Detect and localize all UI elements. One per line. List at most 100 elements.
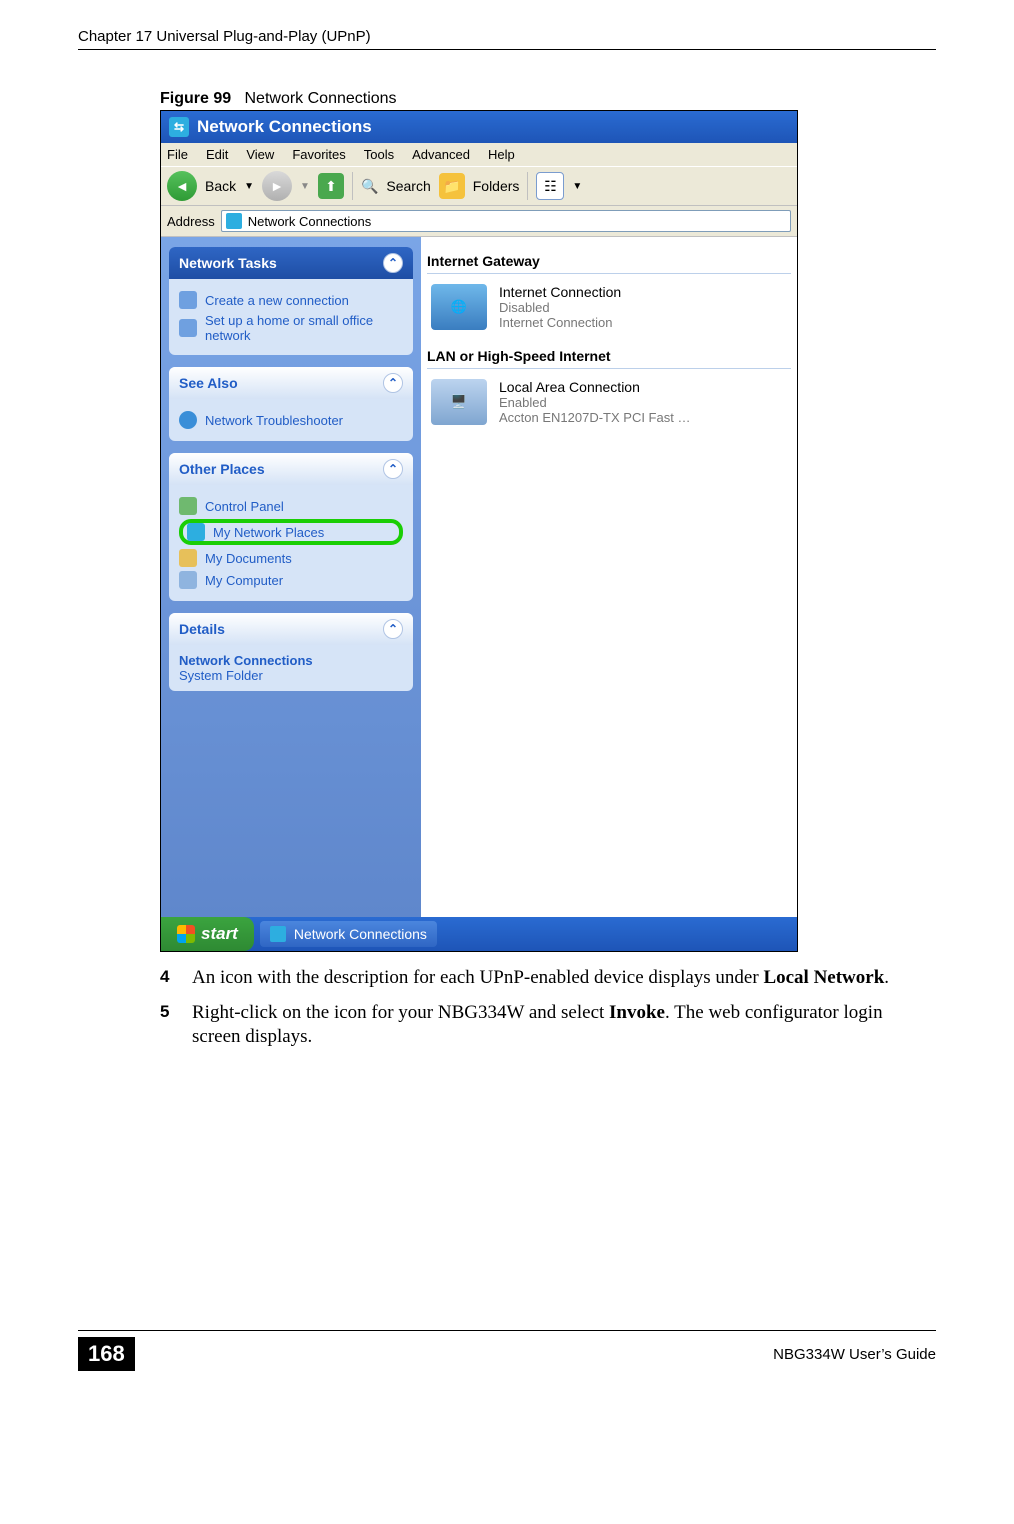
collapse-icon[interactable]: ⌃ bbox=[383, 373, 403, 393]
collapse-icon[interactable]: ⌃ bbox=[383, 619, 403, 639]
figure-number: Figure 99 bbox=[160, 90, 231, 107]
up-button[interactable]: ⬆ bbox=[318, 173, 344, 199]
views-button[interactable]: ☷ bbox=[536, 172, 564, 200]
views-dropdown-icon[interactable]: ▼ bbox=[572, 181, 582, 192]
figure-caption: Figure 99 Network Connections bbox=[160, 90, 936, 108]
control-panel-icon bbox=[179, 497, 197, 515]
network-icon: ⇆ bbox=[169, 117, 189, 137]
network-places-icon bbox=[187, 523, 205, 541]
menu-view[interactable]: View bbox=[246, 147, 274, 162]
seealso-label: Network Troubleshooter bbox=[205, 413, 343, 428]
documents-icon bbox=[179, 549, 197, 567]
step-text-part: Right-click on the icon for your NBG334W… bbox=[192, 1002, 609, 1023]
task-label: Create a new connection bbox=[205, 293, 349, 308]
panel-title: Other Places bbox=[179, 461, 265, 477]
address-input[interactable]: Network Connections bbox=[221, 210, 791, 232]
item-internet-connection[interactable]: 🌐 Internet Connection Disabled Internet … bbox=[427, 274, 791, 340]
panel-header-other-places[interactable]: Other Places ⌃ bbox=[169, 453, 413, 485]
step-text-part: An icon with the description for each UP… bbox=[192, 967, 763, 988]
folders-button[interactable]: 📁 bbox=[439, 173, 465, 199]
place-label: My Computer bbox=[205, 573, 283, 588]
chapter-header: Chapter 17 Universal Plug-and-Play (UPnP… bbox=[78, 28, 936, 50]
conn-via: Internet Connection bbox=[499, 315, 621, 330]
figure-title: Network Connections bbox=[244, 90, 396, 107]
page-number: 168 bbox=[78, 1337, 135, 1371]
group-lan: LAN or High-Speed Internet bbox=[427, 344, 791, 369]
step-bold: Local Network bbox=[763, 967, 884, 988]
window-titlebar[interactable]: ⇆ Network Connections bbox=[161, 111, 797, 143]
screenshot: ⇆ Network Connections File Edit View Fav… bbox=[160, 110, 798, 952]
menu-help[interactable]: Help bbox=[488, 147, 515, 162]
task-label: Set up a home or small office network bbox=[205, 313, 403, 343]
address-value: Network Connections bbox=[248, 214, 372, 229]
panel-title: Network Tasks bbox=[179, 255, 277, 271]
taskbar-item-network-connections[interactable]: Network Connections bbox=[260, 921, 437, 947]
search-icon[interactable]: 🔍 bbox=[361, 178, 378, 195]
panel-header-details[interactable]: Details ⌃ bbox=[169, 613, 413, 645]
step-4: 4 An icon with the description for each … bbox=[160, 966, 930, 991]
other-my-computer[interactable]: My Computer bbox=[179, 571, 403, 589]
task-create-connection[interactable]: Create a new connection bbox=[179, 291, 403, 309]
panel-other-places: Other Places ⌃ Control Panel My Network … bbox=[169, 453, 413, 601]
step-5: 5 Right-click on the icon for your NBG33… bbox=[160, 1001, 930, 1050]
step-number: 4 bbox=[160, 966, 176, 991]
step-text: An icon with the description for each UP… bbox=[192, 966, 889, 991]
wizard-icon bbox=[179, 291, 197, 309]
step-text-part: . bbox=[884, 967, 889, 988]
back-dropdown-icon[interactable]: ▼ bbox=[244, 181, 254, 192]
details-name: Network Connections bbox=[179, 653, 403, 668]
menu-tools[interactable]: Tools bbox=[364, 147, 394, 162]
panel-network-tasks: Network Tasks ⌃ Create a new connection … bbox=[169, 247, 413, 355]
page-footer: 168 NBG334W User’s Guide bbox=[78, 1330, 936, 1371]
computer-icon bbox=[179, 571, 197, 589]
panel-header-see-also[interactable]: See Also ⌃ bbox=[169, 367, 413, 399]
panel-details: Details ⌃ Network Connections System Fol… bbox=[169, 613, 413, 691]
item-lan-connection[interactable]: 🖥️ Local Area Connection Enabled Accton … bbox=[427, 369, 791, 435]
menu-favorites[interactable]: Favorites bbox=[292, 147, 345, 162]
other-control-panel[interactable]: Control Panel bbox=[179, 497, 403, 515]
toolbar: ◄ Back ▼ ► ▼ ⬆ 🔍 Search 📁 Folders ☷ ▼ bbox=[161, 166, 797, 206]
menu-advanced[interactable]: Advanced bbox=[412, 147, 470, 162]
network-icon bbox=[226, 213, 242, 229]
start-button[interactable]: start bbox=[161, 917, 254, 951]
other-my-documents[interactable]: My Documents bbox=[179, 549, 403, 567]
panel-header-network-tasks[interactable]: Network Tasks ⌃ bbox=[169, 247, 413, 279]
collapse-icon[interactable]: ⌃ bbox=[383, 459, 403, 479]
search-label[interactable]: Search bbox=[386, 178, 430, 194]
details-type: System Folder bbox=[179, 668, 403, 683]
conn-name: Local Area Connection bbox=[499, 379, 690, 395]
step-number: 5 bbox=[160, 1001, 176, 1050]
place-label: My Network Places bbox=[213, 525, 324, 540]
side-panel: Network Tasks ⌃ Create a new connection … bbox=[161, 237, 421, 917]
address-label: Address bbox=[167, 214, 215, 229]
taskbar: start Network Connections bbox=[161, 917, 797, 951]
toolbar-separator bbox=[352, 172, 353, 200]
step-text: Right-click on the icon for your NBG334W… bbox=[192, 1001, 930, 1050]
back-label[interactable]: Back bbox=[205, 178, 236, 194]
window-title: Network Connections bbox=[197, 117, 372, 137]
conn-via: Accton EN1207D-TX PCI Fast … bbox=[499, 410, 690, 425]
panel-title: See Also bbox=[179, 375, 238, 391]
menu-edit[interactable]: Edit bbox=[206, 147, 228, 162]
menu-file[interactable]: File bbox=[167, 147, 188, 162]
collapse-icon[interactable]: ⌃ bbox=[383, 253, 403, 273]
task-setup-network[interactable]: Set up a home or small office network bbox=[179, 313, 403, 343]
forward-dropdown-icon[interactable]: ▼ bbox=[300, 181, 310, 192]
folders-label[interactable]: Folders bbox=[473, 178, 520, 194]
forward-button[interactable]: ► bbox=[262, 171, 292, 201]
conn-status: Enabled bbox=[499, 395, 690, 410]
lan-icon: 🖥️ bbox=[431, 379, 487, 425]
taskbar-item-label: Network Connections bbox=[294, 926, 427, 942]
seealso-troubleshooter[interactable]: Network Troubleshooter bbox=[179, 411, 403, 429]
other-my-network-places[interactable]: My Network Places bbox=[179, 519, 403, 545]
home-network-icon bbox=[179, 319, 197, 337]
group-internet-gateway: Internet Gateway bbox=[427, 249, 791, 274]
conn-name: Internet Connection bbox=[499, 284, 621, 300]
info-icon bbox=[179, 411, 197, 429]
network-icon bbox=[270, 926, 286, 942]
panel-see-also: See Also ⌃ Network Troubleshooter bbox=[169, 367, 413, 441]
back-button[interactable]: ◄ bbox=[167, 171, 197, 201]
panel-title: Details bbox=[179, 621, 225, 637]
guide-title: NBG334W User’s Guide bbox=[773, 1346, 936, 1363]
address-bar: Address Network Connections bbox=[161, 206, 797, 237]
